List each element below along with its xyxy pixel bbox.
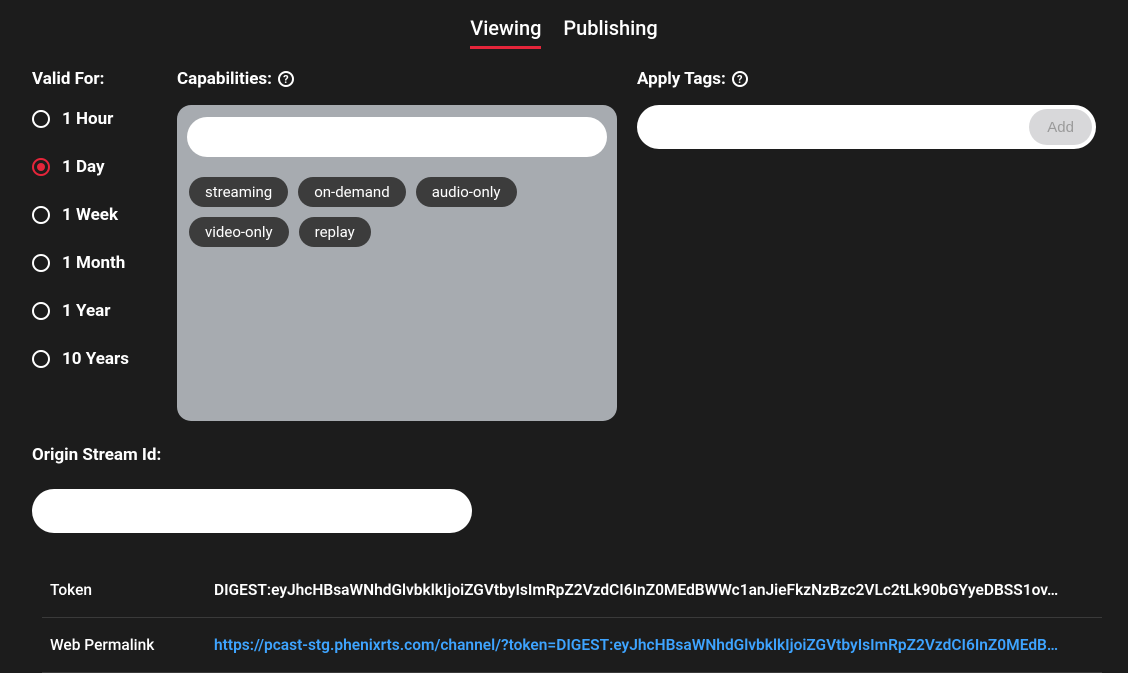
apply-tags-label: Apply Tags: ?: [637, 69, 1096, 89]
capability-chip[interactable]: audio-only: [416, 177, 517, 207]
tabs-bar: Viewing Publishing: [12, 0, 1116, 49]
token-value: DIGEST:eyJhcHBsaWNhdGlvbklkIjoiZGVtbyIsI…: [206, 563, 1102, 618]
radio-valid-for[interactable]: 1 Week: [32, 205, 157, 225]
radio-icon: [32, 110, 50, 128]
tab-publishing[interactable]: Publishing: [563, 16, 657, 49]
radio-label: 10 Years: [62, 349, 129, 369]
valid-for-label: Valid For:: [32, 69, 157, 89]
table-row: Token DIGEST:eyJhcHBsaWNhdGlvbklkIjoiZGV…: [42, 563, 1102, 618]
radio-valid-for[interactable]: 1 Day: [32, 157, 157, 177]
radio-valid-for[interactable]: 10 Years: [32, 349, 157, 369]
origin-stream-label: Origin Stream Id:: [32, 445, 1096, 465]
capability-chip[interactable]: video-only: [189, 217, 289, 247]
radio-label: 1 Week: [62, 205, 118, 225]
radio-icon: [32, 206, 50, 224]
radio-icon: [32, 350, 50, 368]
capability-chip[interactable]: streaming: [189, 177, 288, 207]
apply-tags-input[interactable]: [641, 119, 1029, 136]
capability-chip[interactable]: on-demand: [298, 177, 405, 207]
permalink-value[interactable]: https://pcast-stg.phenixrts.com/channel/…: [206, 618, 1102, 673]
token-label: Token: [42, 563, 206, 618]
radio-valid-for[interactable]: 1 Hour: [32, 109, 157, 129]
capabilities-input[interactable]: [187, 117, 607, 157]
table-row: Web Permalink https://pcast-stg.phenixrt…: [42, 618, 1102, 673]
radio-icon: [32, 254, 50, 272]
radio-valid-for[interactable]: 1 Month: [32, 253, 157, 273]
tab-viewing[interactable]: Viewing: [470, 16, 541, 49]
radio-valid-for[interactable]: 1 Year: [32, 301, 157, 321]
radio-icon: [32, 302, 50, 320]
add-button[interactable]: Add: [1029, 109, 1092, 145]
apply-tags-row: Add: [637, 105, 1096, 149]
radio-label: 1 Hour: [62, 109, 113, 129]
radio-label: 1 Month: [62, 253, 125, 273]
capabilities-label: Capabilities: ?: [177, 69, 617, 89]
permalink-label: Web Permalink: [42, 618, 206, 673]
capabilities-box: streaming on-demand audio-only video-only re…: [177, 105, 617, 421]
help-icon[interactable]: ?: [278, 71, 294, 87]
capability-chip[interactable]: replay: [299, 217, 371, 247]
radio-label: 1 Day: [62, 157, 105, 177]
origin-stream-input[interactable]: [32, 489, 472, 533]
help-icon[interactable]: ?: [732, 71, 748, 87]
radio-label: 1 Year: [62, 301, 110, 321]
radio-icon: [32, 158, 50, 176]
